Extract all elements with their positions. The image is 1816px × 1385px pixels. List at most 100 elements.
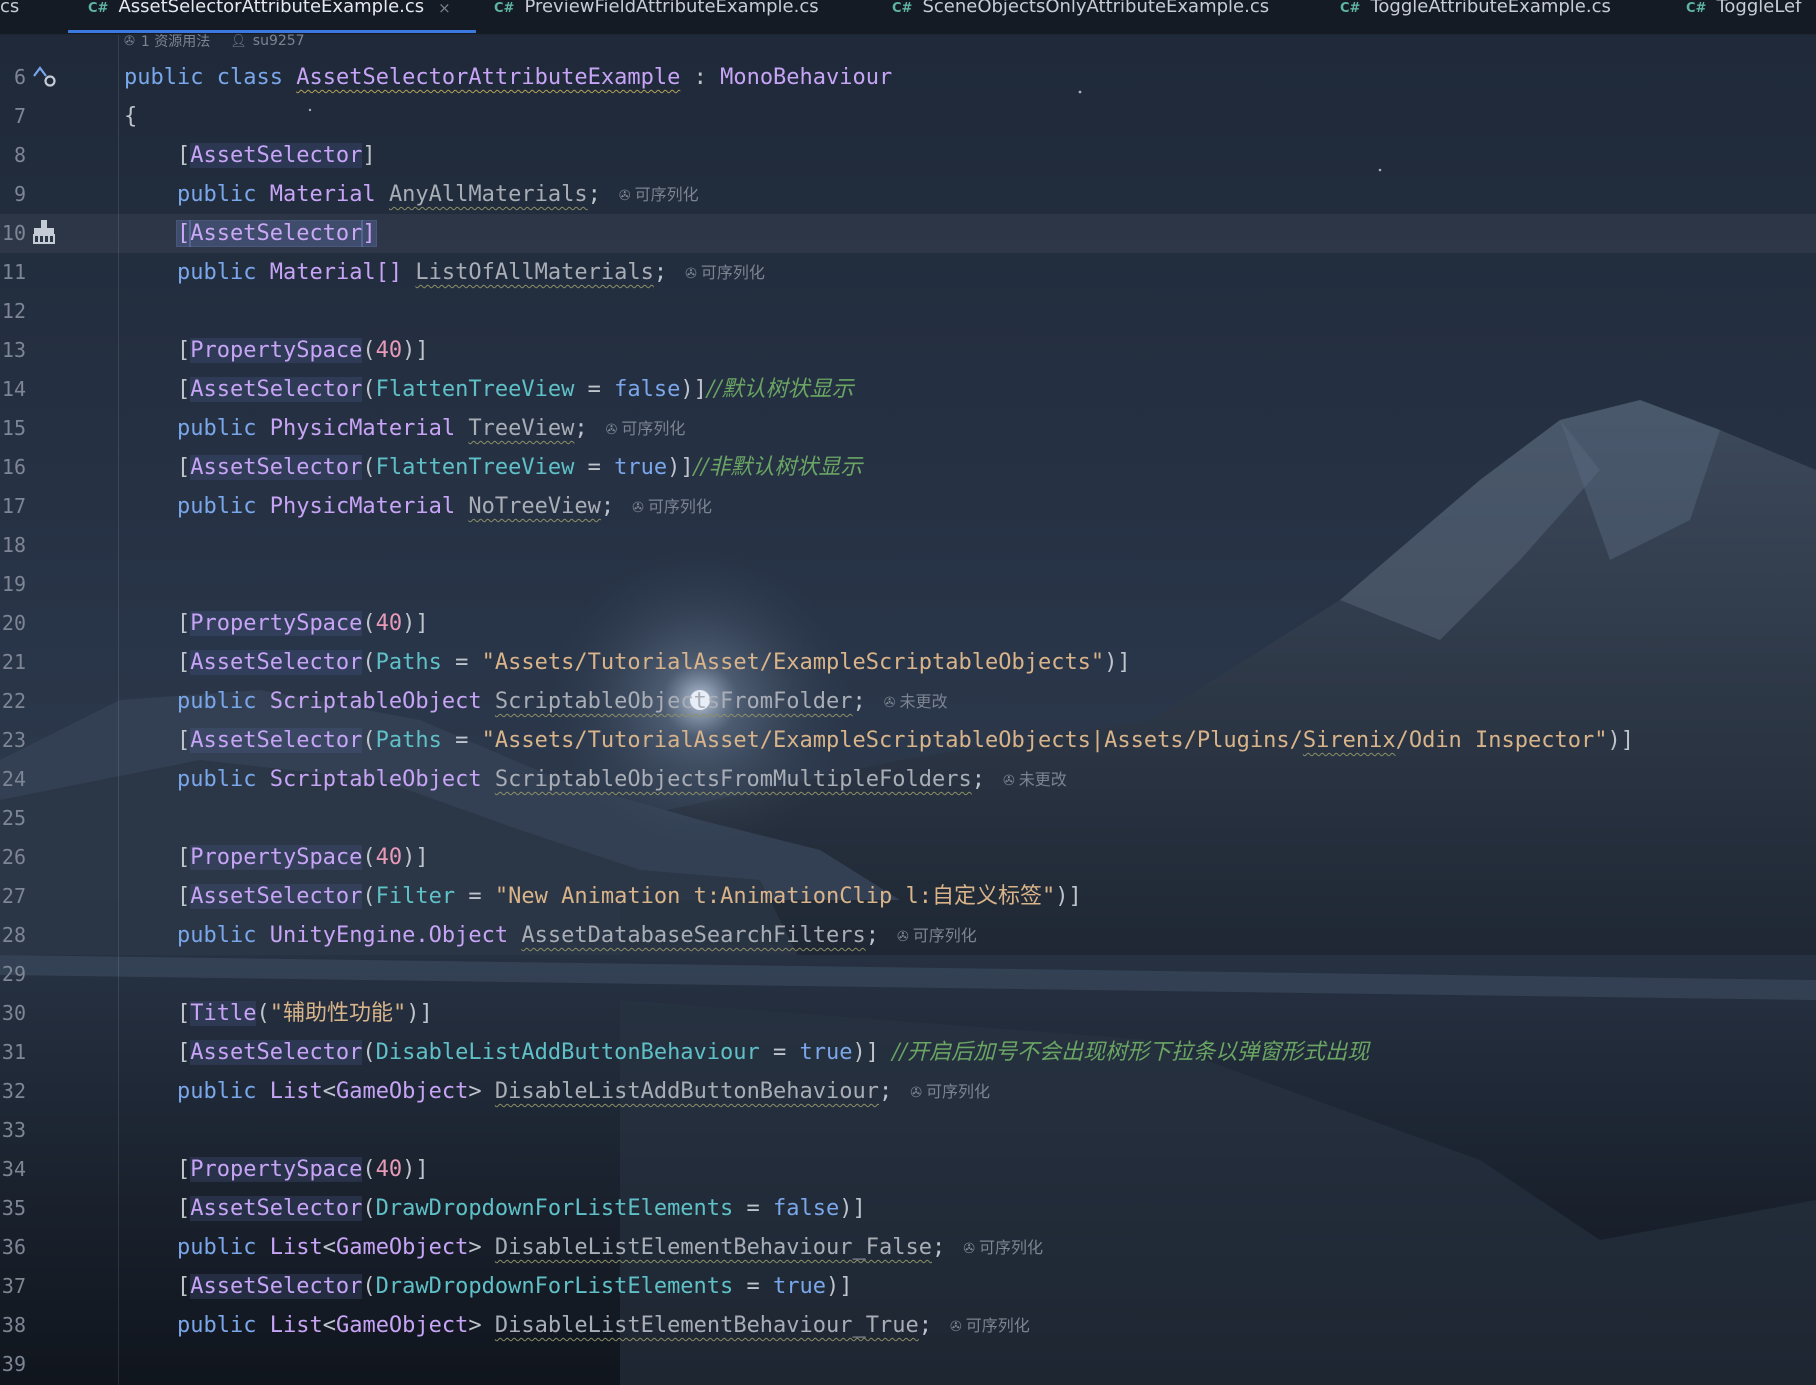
line-number[interactable]: 33: [0, 1111, 26, 1150]
field-name[interactable]: DisableListAddButtonBehaviour: [495, 1079, 879, 1104]
field-name[interactable]: ScriptableObjectsFromFolder: [495, 689, 853, 714]
type-name[interactable]: Material: [270, 182, 376, 207]
line-number[interactable]: 23: [0, 721, 26, 760]
field-name[interactable]: AnyAllMaterials: [389, 182, 588, 207]
line-number[interactable]: 29: [0, 955, 26, 994]
tab-toggle-left-example[interactable]: C# ToggleLef: [1686, 0, 1801, 34]
code-line[interactable]: [AssetSelector(Filter = "New Animation t…: [124, 877, 1082, 916]
field-name[interactable]: NoTreeView: [468, 494, 600, 519]
line-number[interactable]: 36: [0, 1228, 26, 1267]
attribute-name[interactable]: AssetSelector: [190, 143, 363, 168]
attribute-name[interactable]: AssetSelector: [190, 884, 363, 909]
code-line[interactable]: public List<GameObject> DisableListEleme…: [124, 1306, 1030, 1345]
line-number[interactable]: 13: [0, 331, 26, 370]
line-number[interactable]: 18: [0, 526, 26, 565]
code-cleanup-brush-icon[interactable]: [30, 218, 58, 246]
field-name[interactable]: DisableListElementBehaviour_True: [495, 1313, 919, 1338]
line-number[interactable]: 11: [0, 253, 26, 292]
type-name[interactable]: UnityEngine.Object: [270, 923, 508, 948]
serializable-hint[interactable]: ✇ 可序列化: [950, 1316, 1030, 1335]
type-name[interactable]: List: [270, 1313, 323, 1338]
code-line[interactable]: [PropertySpace(40)]: [124, 838, 429, 877]
code-line[interactable]: {: [124, 97, 137, 136]
code-line[interactable]: [PropertySpace(40)]: [124, 604, 429, 643]
serializable-hint[interactable]: ✇ 可序列化: [685, 263, 765, 282]
unchanged-hint[interactable]: ✇ 未更改: [884, 692, 948, 711]
line-number[interactable]: 17: [0, 487, 26, 526]
code-line[interactable]: public class AssetSelectorAttributeExamp…: [124, 58, 892, 97]
serializable-hint[interactable]: ✇ 可序列化: [963, 1238, 1043, 1257]
code-line[interactable]: public List<GameObject> DisableListAddBu…: [124, 1072, 990, 1111]
type-name[interactable]: List: [270, 1235, 323, 1260]
attribute-name[interactable]: AssetSelector: [190, 1196, 363, 1221]
property-name[interactable]: DrawDropdownForListElements: [376, 1274, 734, 1299]
attribute-name[interactable]: PropertySpace: [190, 338, 363, 363]
code-line[interactable]: [AssetSelector(FlattenTreeView = true)]/…: [124, 448, 862, 487]
code-line[interactable]: [AssetSelector(Paths = "Assets/TutorialA…: [124, 721, 1634, 760]
line-number[interactable]: 22: [0, 682, 26, 721]
type-name[interactable]: GameObject: [336, 1235, 468, 1260]
code-line[interactable]: public UnityEngine.Object AssetDatabaseS…: [124, 916, 977, 955]
type-name[interactable]: GameObject: [336, 1079, 468, 1104]
line-number[interactable]: 19: [0, 565, 26, 604]
line-number[interactable]: 25: [0, 799, 26, 838]
line-number[interactable]: 6: [0, 58, 26, 97]
attribute-name[interactable]: AssetSelector: [190, 455, 363, 480]
code-line[interactable]: public PhysicMaterial NoTreeView; ✇ 可序列化: [124, 487, 712, 526]
line-number[interactable]: 27: [0, 877, 26, 916]
tab-toggle-attribute-example[interactable]: C# ToggleAttributeExample.cs: [1340, 0, 1611, 34]
line-number[interactable]: 12: [0, 292, 26, 331]
code-line[interactable]: [AssetSelector(DrawDropdownForListElemen…: [124, 1267, 853, 1306]
attribute-name[interactable]: AssetSelector: [190, 728, 363, 753]
tab-preview-field-example[interactable]: C# PreviewFieldAttributeExample.cs: [494, 0, 819, 34]
code-line[interactable]: [PropertySpace(40)]: [124, 331, 429, 370]
type-name[interactable]: MonoBehaviour: [720, 65, 892, 90]
code-line[interactable]: [AssetSelector(FlattenTreeView = false)]…: [124, 370, 854, 409]
line-number[interactable]: 16: [0, 448, 26, 487]
code-line[interactable]: public List<GameObject> DisableListEleme…: [124, 1228, 1043, 1267]
field-name[interactable]: DisableListElementBehaviour_False: [495, 1235, 932, 1260]
code-line[interactable]: public Material AnyAllMaterials; ✇ 可序列化: [124, 175, 699, 214]
serializable-hint[interactable]: ✇ 可序列化: [619, 185, 699, 204]
line-number[interactable]: 9: [0, 175, 26, 214]
line-number[interactable]: 32: [0, 1072, 26, 1111]
serializable-hint[interactable]: ✇ 可序列化: [910, 1082, 990, 1101]
line-number[interactable]: 38: [0, 1306, 26, 1345]
property-name[interactable]: Paths: [376, 728, 442, 753]
line-number[interactable]: 24: [0, 760, 26, 799]
tab-partial-left[interactable]: cs: [0, 0, 19, 34]
attribute-name[interactable]: AssetSelector: [190, 377, 363, 402]
attribute-name[interactable]: AssetSelector: [190, 1040, 363, 1065]
field-name[interactable]: TreeView: [468, 416, 574, 441]
serializable-hint[interactable]: ✇ 可序列化: [632, 497, 712, 516]
property-name[interactable]: Paths: [376, 650, 442, 675]
attribute-name[interactable]: AssetSelector: [190, 1274, 363, 1299]
line-number[interactable]: 30: [0, 994, 26, 1033]
attribute-name[interactable]: PropertySpace: [190, 1157, 363, 1182]
code-line[interactable]: [PropertySpace(40)]: [124, 1150, 429, 1189]
code-line[interactable]: [AssetSelector(Paths = "Assets/TutorialA…: [124, 643, 1131, 682]
tab-scene-objects-only-example[interactable]: C# SceneObjectsOnlyAttributeExample.cs: [892, 0, 1269, 34]
code-line[interactable]: public ScriptableObject ScriptableObject…: [124, 760, 1067, 799]
line-number[interactable]: 31: [0, 1033, 26, 1072]
field-name[interactable]: AssetDatabaseSearchFilters: [521, 923, 865, 948]
attribute-name[interactable]: AssetSelector: [190, 650, 363, 675]
line-number[interactable]: 35: [0, 1189, 26, 1228]
code-line[interactable]: public PhysicMaterial TreeView; ✇ 可序列化: [124, 409, 685, 448]
type-name[interactable]: GameObject: [336, 1313, 468, 1338]
code-line[interactable]: [AssetSelector(DrawDropdownForListElemen…: [124, 1189, 866, 1228]
line-number[interactable]: 10: [0, 214, 26, 253]
close-tab-icon[interactable]: ×: [438, 0, 451, 17]
type-name[interactable]: PhysicMaterial: [270, 416, 455, 441]
author-name[interactable]: su9257: [253, 33, 305, 49]
line-number[interactable]: 39: [0, 1345, 26, 1384]
attribute-name[interactable]: Title: [190, 1001, 257, 1026]
string-literal-typo[interactable]: Sirenix: [1303, 728, 1396, 753]
line-number[interactable]: 20: [0, 604, 26, 643]
attribute-name[interactable]: PropertySpace: [190, 611, 363, 636]
line-number[interactable]: 8: [0, 136, 26, 175]
type-name[interactable]: Material[]: [270, 260, 402, 285]
attribute-name[interactable]: PropertySpace: [190, 845, 363, 870]
code-line[interactable]: public Material[] ListOfAllMaterials; ✇ 可序…: [124, 253, 765, 292]
type-name[interactable]: List: [270, 1079, 323, 1104]
